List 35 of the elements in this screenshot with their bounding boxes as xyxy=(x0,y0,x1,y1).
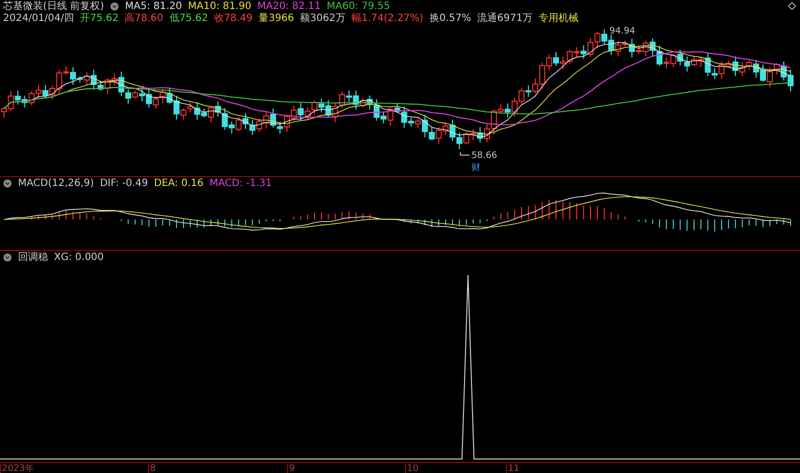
quote-value: 高78.60 xyxy=(124,12,164,25)
axis-label: 8 xyxy=(148,464,156,473)
indicator-value: DEA: 0.16 xyxy=(154,178,204,188)
chart-title: 芯基微装(日线 前复权) xyxy=(3,0,104,13)
axis-label: 11 xyxy=(506,464,520,473)
quote-value: 流通6971万 xyxy=(477,12,533,25)
collapse-toggle-icon[interactable] xyxy=(3,252,12,262)
moving-average-value: MA60: 79.55 xyxy=(326,0,390,12)
quote-value: 收78.49 xyxy=(214,12,253,25)
diamond-icon[interactable] xyxy=(788,2,796,10)
quote-value: 幅1.74(2.27%) xyxy=(351,12,424,25)
indicator-title: MACD(12,26,9) xyxy=(18,178,94,188)
indicator-value: DIF: -0.49 xyxy=(100,178,148,188)
moving-average-value: MA5: 81.20 xyxy=(124,0,182,12)
collapse-toggle-icon[interactable] xyxy=(3,178,12,188)
quote-value: 量3966 xyxy=(258,12,294,25)
collapse-toggle-icon[interactable] xyxy=(110,2,119,10)
quote-value: 额3062万 xyxy=(300,12,346,25)
quote-value: 换0.57% xyxy=(429,12,472,25)
axis-label: 9 xyxy=(287,464,295,473)
low-pointer-icon xyxy=(460,152,470,156)
moving-average-value: MA10: 81.90 xyxy=(188,0,252,12)
axis-label: 2023年 xyxy=(0,464,34,473)
quote-date: 2024/01/04/四 xyxy=(3,12,74,25)
indicator-value: MACD: -1.31 xyxy=(210,178,272,188)
moving-average-value: MA20: 82.11 xyxy=(257,0,321,12)
low-price-label: 58.66 xyxy=(471,151,498,162)
event-marker[interactable]: 财 xyxy=(471,163,480,174)
quote-value: 开75.62 xyxy=(80,12,119,25)
quote-value: 低75.62 xyxy=(169,12,208,25)
axis-label: 10 xyxy=(405,464,418,473)
quote-value: 专用机械 xyxy=(538,12,579,25)
indicator-title: 回调稳 xyxy=(18,251,48,264)
high-price-label: 94.94 xyxy=(609,26,636,37)
indicator-value: XG: 0.000 xyxy=(54,252,104,262)
